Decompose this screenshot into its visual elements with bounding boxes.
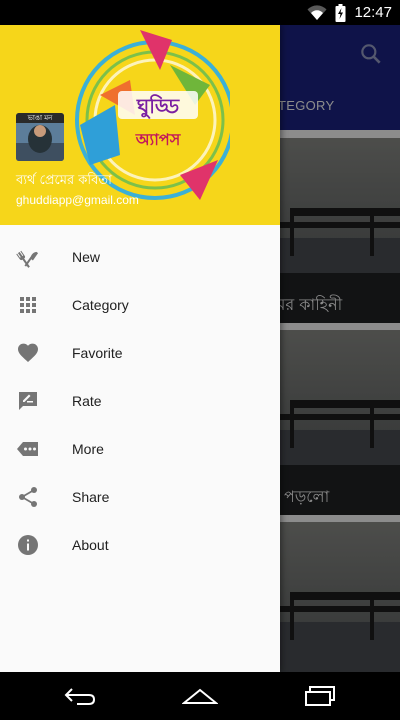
menu-item-label: New (72, 249, 101, 265)
wifi-icon (307, 4, 327, 20)
info-icon (18, 535, 38, 555)
menu-item-about[interactable]: About (0, 521, 280, 569)
status-icons: 12:47 (307, 0, 392, 25)
menu-item-new[interactable]: New (0, 233, 280, 281)
drawer-header: ঘুড্ডি অ্যাপস ভাঙা মন ব্যর্থ প্রেমের কবি… (0, 25, 280, 225)
menu-item-share[interactable]: Share (0, 473, 280, 521)
recents-button[interactable] (280, 672, 360, 720)
menu-item-category[interactable]: Category (0, 281, 280, 329)
heart-icon (18, 343, 38, 362)
menu-item-label: Share (72, 489, 110, 505)
user-name: ব্যর্থ প্রেমের কবিতা (16, 173, 112, 188)
menu-item-rate[interactable]: Rate (0, 377, 280, 425)
home-button[interactable] (160, 672, 240, 720)
navigation-bar (0, 672, 400, 720)
status-time: 12:47 (354, 4, 392, 21)
more-icon (17, 442, 38, 456)
avatar: ভাঙা মন (16, 113, 64, 161)
avatar-label: ভাঙা মন (16, 113, 64, 123)
user-email: ghuddiapp@gmail.com (16, 193, 139, 207)
back-button[interactable] (40, 672, 120, 720)
battery-charging-icon (335, 3, 346, 22)
rate-review-icon (19, 392, 37, 410)
share-icon (19, 487, 37, 507)
home-icon (182, 688, 218, 704)
status-bar: 12:47 (0, 0, 400, 25)
restaurant-icon (16, 250, 39, 268)
grid-icon (20, 297, 36, 313)
navigation-drawer: ঘুড্ডি অ্যাপস ভাঙা মন ব্যর্থ প্রেমের কবি… (0, 25, 280, 672)
back-icon (64, 688, 96, 705)
menu-item-label: Favorite (72, 345, 123, 361)
menu-item-favorite[interactable]: Favorite (0, 329, 280, 377)
recents-icon (305, 686, 335, 706)
menu-item-label: More (72, 441, 104, 457)
drawer-menu: New Category Favorite Rate More Share Ab… (0, 233, 280, 569)
menu-item-more[interactable]: More (0, 425, 280, 473)
menu-item-label: About (72, 537, 109, 553)
menu-item-label: Rate (72, 393, 102, 409)
logo-title: ঘুড্ডি (136, 94, 180, 119)
menu-item-label: Category (72, 297, 129, 313)
logo-subtitle: অ্যাপস (135, 130, 182, 149)
